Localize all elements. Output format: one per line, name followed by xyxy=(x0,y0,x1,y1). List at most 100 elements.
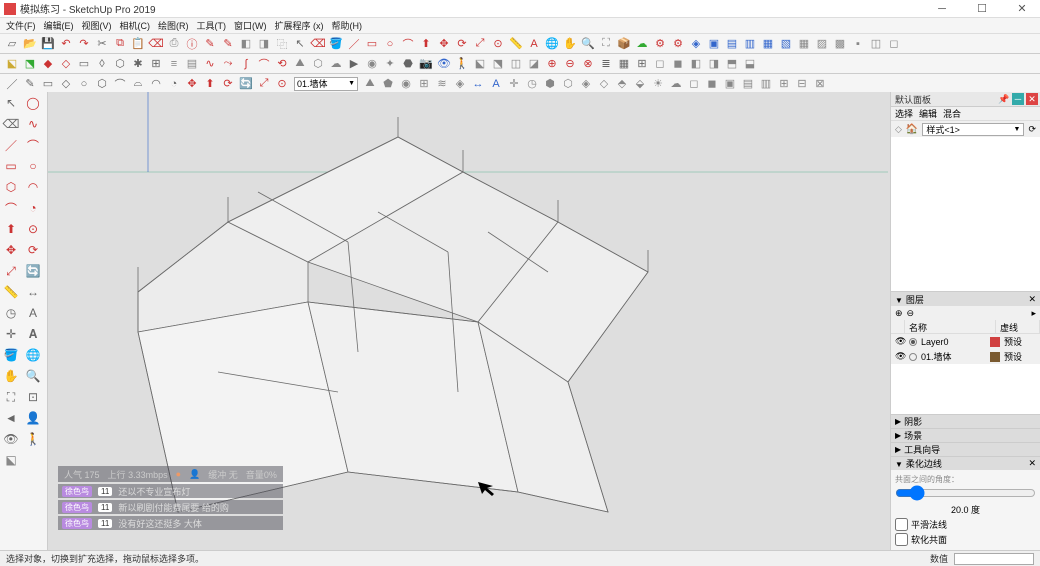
measurement-input[interactable] xyxy=(954,553,1034,565)
sandbox2-icon[interactable]: ⬡ xyxy=(310,56,326,72)
push2-icon[interactable]: ⬆ xyxy=(2,220,20,238)
home-icon[interactable]: 🏠 xyxy=(906,124,918,135)
visibility-icon[interactable]: 👁 xyxy=(895,351,905,362)
rotate2-icon[interactable]: ⟳ xyxy=(24,241,42,259)
erase-icon[interactable]: ⌫ xyxy=(148,36,164,52)
follow2-icon[interactable]: 🔄 xyxy=(24,262,42,280)
x6-icon[interactable]: ⊞ xyxy=(776,76,792,92)
scale-icon[interactable]: ⤢ xyxy=(472,36,488,52)
tab-select[interactable]: 选择 xyxy=(895,107,913,120)
sandbox-c-icon[interactable]: ◉ xyxy=(398,76,414,92)
sandbox-b-icon[interactable]: ⬟ xyxy=(380,76,396,92)
curve3-icon[interactable]: ∫ xyxy=(238,56,254,72)
cut-icon[interactable]: ✂ xyxy=(94,36,110,52)
tray-pin-icon[interactable]: 📌 xyxy=(998,93,1010,105)
3d-warehouse-icon[interactable]: ☁ xyxy=(634,36,650,52)
maximize-button[interactable]: ☐ xyxy=(968,2,996,16)
instructor-header[interactable]: ▶工具向导 xyxy=(891,442,1040,456)
line2-icon[interactable]: ／ xyxy=(2,136,20,154)
ext13-icon[interactable]: ≣ xyxy=(598,56,614,72)
ext10-icon[interactable]: ⊕ xyxy=(544,56,560,72)
tm-push-icon[interactable]: ⬆ xyxy=(202,76,218,92)
active-radio[interactable] xyxy=(909,338,917,346)
layer-add-icon[interactable]: ⊕ xyxy=(895,308,903,319)
curve1-icon[interactable]: ∿ xyxy=(202,56,218,72)
sect3-icon[interactable]: ◫ xyxy=(508,56,524,72)
plug5-icon[interactable]: ⬡ xyxy=(112,56,128,72)
offset-icon[interactable]: ⊙ xyxy=(490,36,506,52)
sandbox-a-icon[interactable]: ⛰ xyxy=(362,76,378,92)
menu-draw[interactable]: 绘图(R) xyxy=(158,19,189,32)
layer-row[interactable]: 👁 01.墙体 预设 xyxy=(891,349,1040,364)
x1-icon[interactable]: ◻ xyxy=(686,76,702,92)
curve5-icon[interactable]: ⟲ xyxy=(274,56,290,72)
ext14-icon[interactable]: ▦ xyxy=(616,56,632,72)
tm-rotate-icon[interactable]: ⟳ xyxy=(220,76,236,92)
view-right-icon[interactable]: ▥ xyxy=(742,36,758,52)
layer-del-icon[interactable]: ⊖ xyxy=(907,308,915,319)
print-icon[interactable]: ⎙ xyxy=(166,36,182,52)
eraser-icon[interactable]: ⌫ xyxy=(310,36,326,52)
pan2-icon[interactable]: ✋ xyxy=(2,367,20,385)
draw-free-icon[interactable]: ✎ xyxy=(22,76,38,92)
dim2-icon[interactable]: ↔ xyxy=(24,283,42,301)
sect2-icon[interactable]: ⬔ xyxy=(490,56,506,72)
shadow-icon[interactable]: ☀ xyxy=(650,76,666,92)
move-icon[interactable]: ✥ xyxy=(436,36,452,52)
circle-icon[interactable]: ○ xyxy=(382,36,398,52)
paint-icon[interactable]: 🪣 xyxy=(328,36,344,52)
plug4-icon[interactable]: ◊ xyxy=(94,56,110,72)
text3-icon[interactable]: A xyxy=(24,304,42,322)
open-icon[interactable]: 📂 xyxy=(22,36,38,52)
prev-icon[interactable]: ◄ xyxy=(2,409,20,427)
menu-edit[interactable]: 编辑(E) xyxy=(44,19,74,32)
menu-tools[interactable]: 工具(T) xyxy=(197,19,227,32)
x2-icon[interactable]: ◼ xyxy=(704,76,720,92)
sect4-icon[interactable]: ◪ xyxy=(526,56,542,72)
draw-pie-icon[interactable]: ◔ xyxy=(166,76,182,92)
style-xray-icon[interactable]: ◫ xyxy=(868,36,884,52)
tm-follow-icon[interactable]: 🔄 xyxy=(238,76,254,92)
style-hidden-icon[interactable]: ▨ xyxy=(814,36,830,52)
view-left-icon[interactable]: ▧ xyxy=(778,36,794,52)
view-iso-icon[interactable]: ◈ xyxy=(688,36,704,52)
soften-slider[interactable] xyxy=(895,485,1036,501)
copy-icon[interactable]: ⧉ xyxy=(112,36,128,52)
arc-icon[interactable]: ⌒ xyxy=(400,36,416,52)
plug2-icon[interactable]: ◇ xyxy=(58,56,74,72)
rend3-icon[interactable]: ⬣ xyxy=(400,56,416,72)
menu-view[interactable]: 视图(V) xyxy=(82,19,112,32)
axes2-icon[interactable]: ✛ xyxy=(2,325,20,343)
arc2-icon[interactable]: ◠ xyxy=(24,178,42,196)
close-button[interactable]: ✕ xyxy=(1008,2,1036,16)
new-icon[interactable]: ▱ xyxy=(4,36,20,52)
paint2-icon[interactable]: 🪣 xyxy=(2,346,20,364)
menu-help[interactable]: 帮助(H) xyxy=(332,19,363,32)
minimize-button[interactable]: ─ xyxy=(928,2,956,16)
text2-icon[interactable]: A xyxy=(488,76,504,92)
x5-icon[interactable]: ▥ xyxy=(758,76,774,92)
cam2-icon[interactable]: 👁 xyxy=(436,56,452,72)
protractor-icon[interactable]: ◷ xyxy=(524,76,540,92)
ext15-icon[interactable]: ⊞ xyxy=(634,56,650,72)
draw-2arc-icon[interactable]: ⌓ xyxy=(130,76,146,92)
tm-scale-icon[interactable]: ⤢ xyxy=(256,76,272,92)
ext12-icon[interactable]: ⊗ xyxy=(580,56,596,72)
plug7-icon[interactable]: ⊞ xyxy=(148,56,164,72)
paste-icon[interactable]: 📋 xyxy=(130,36,146,52)
smooth-normals-checkbox[interactable]: 平滑法线 xyxy=(895,518,1036,531)
style-shaded-icon[interactable]: ▩ xyxy=(832,36,848,52)
solid1-icon[interactable]: ⬢ xyxy=(542,76,558,92)
pan-icon[interactable]: ✋ xyxy=(562,36,578,52)
tape2-icon[interactable]: 📏 xyxy=(2,283,20,301)
viewport[interactable]: 人气 175 上行 3.33mbps ● 👤 缓冲 无 音量0% 徐色鸟11 还… xyxy=(48,92,890,550)
fog-icon[interactable]: ☁ xyxy=(668,76,684,92)
3dtext-icon[interactable]: 𝐀 xyxy=(24,325,42,343)
lasso-icon[interactable]: ◯ xyxy=(24,94,42,112)
rect-icon[interactable]: ▭ xyxy=(364,36,380,52)
rect2-icon[interactable]: ▭ xyxy=(2,157,20,175)
ext20-icon[interactable]: ⬒ xyxy=(724,56,740,72)
zoom-icon[interactable]: 🔍 xyxy=(580,36,596,52)
zoomext-icon[interactable]: ⊡ xyxy=(24,388,42,406)
selectbox-icon[interactable]: ↖ xyxy=(2,94,20,112)
